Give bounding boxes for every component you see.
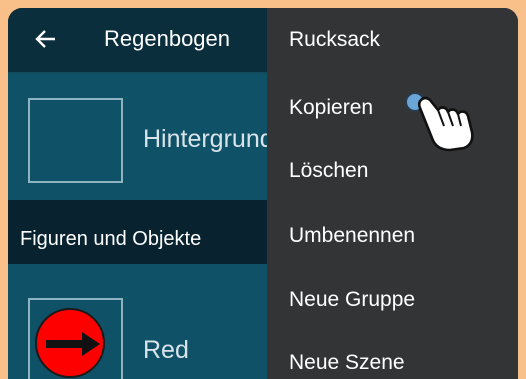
background-thumbnail: [28, 98, 123, 183]
menu-item-rucksack[interactable]: Rucksack: [289, 28, 380, 52]
object-thumbnail: [28, 298, 123, 379]
object-label: Red: [143, 336, 189, 364]
app-window: Hintergrund Figuren und Objekte Red Rege…: [8, 8, 518, 379]
menu-item-neue-szene[interactable]: Neue Szene: [289, 351, 405, 375]
menu-item-kopieren[interactable]: Kopieren: [289, 96, 373, 120]
menu-item-umbenennen[interactable]: Umbenennen: [289, 224, 415, 248]
back-arrow-icon[interactable]: [34, 28, 56, 50]
menu-item-neue-gruppe[interactable]: Neue Gruppe: [289, 288, 415, 312]
section-title: Figuren und Objekte: [20, 228, 202, 250]
page-title: Regenbogen: [104, 26, 231, 51]
menu-item-loeschen[interactable]: Löschen: [289, 159, 368, 183]
red-circle-arrow-icon: [35, 308, 105, 378]
background-label: Hintergrund: [143, 125, 274, 153]
context-menu: Rucksack Kopieren Löschen Umbenennen Neu…: [267, 8, 518, 379]
hand-pointer-icon: [405, 92, 474, 152]
